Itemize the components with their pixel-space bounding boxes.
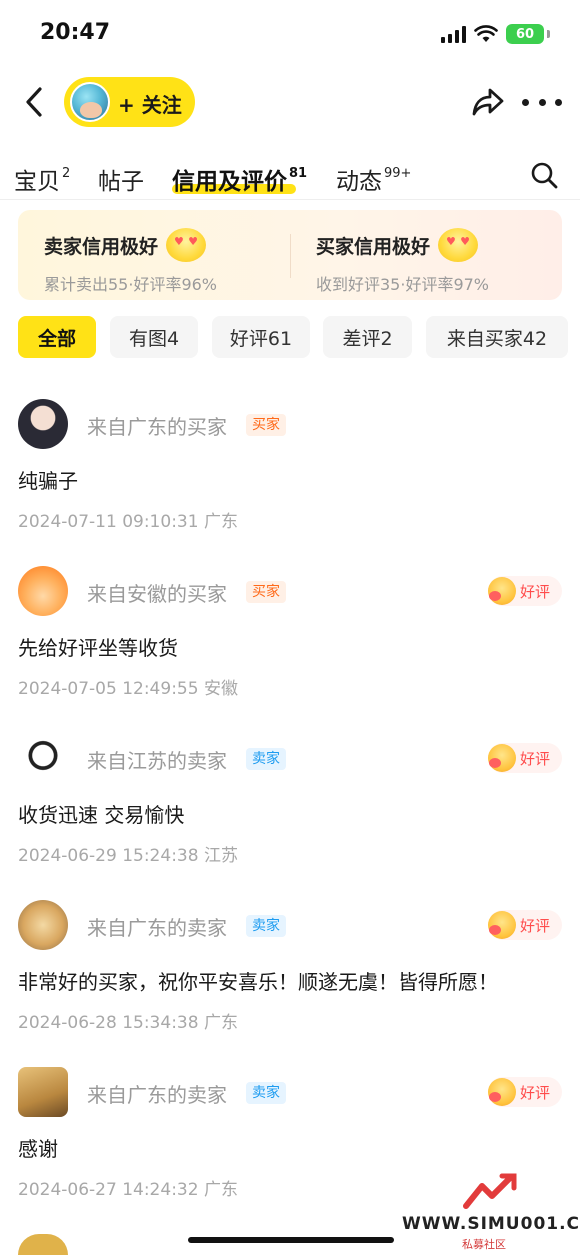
seller-credit-stats: 累计卖出55·好评率96% — [44, 275, 218, 294]
review-meta: 2024-06-28 15:34:38 广东 — [18, 1013, 238, 1033]
avatar — [18, 900, 68, 950]
avatar — [18, 399, 68, 449]
profile-tabs: 宝贝 2 帖子 信用及评价 81 动态 99+ — [0, 148, 580, 200]
avatar — [18, 733, 68, 783]
reviewer-name: 来自江苏的卖家 — [87, 749, 227, 773]
tab-credit-reviews[interactable]: 信用及评价 81 — [172, 162, 307, 196]
more-options-icon[interactable] — [522, 88, 562, 116]
follow-button[interactable]: + 关注 — [64, 77, 195, 127]
happy-face-icon — [488, 744, 516, 772]
search-icon[interactable] — [530, 161, 558, 189]
review-text: 先给好评坐等收货 — [18, 636, 178, 660]
follow-label: + 关注 — [118, 93, 182, 117]
tab-label: 信用及评价 — [172, 169, 287, 195]
role-badge: 卖家 — [246, 1082, 286, 1104]
review-text: 收货迅速 交易愉快 — [18, 803, 185, 827]
seller-credit-title: 卖家信用极好 — [44, 235, 159, 258]
review-meta: 2024-07-11 09:10:31 广东 — [18, 512, 238, 532]
divider — [290, 234, 291, 278]
buyer-credit-title: 买家信用极好 — [316, 235, 431, 258]
positive-rating-badge: 好评 — [488, 743, 562, 773]
tab-posts[interactable]: 帖子 — [98, 162, 144, 196]
watermark-logo-icon — [463, 1173, 517, 1209]
role-badge: 卖家 — [246, 748, 286, 770]
happy-face-icon — [488, 911, 516, 939]
reviewer-name: 来自广东的卖家 — [87, 916, 227, 940]
positive-rating-badge: 好评 — [488, 910, 562, 940]
review-meta: 2024-07-05 12:49:55 安徽 — [18, 679, 238, 699]
tab-activity[interactable]: 动态 99+ — [336, 162, 411, 196]
filter-from-buyers[interactable]: 来自买家42 — [426, 316, 568, 358]
happy-face-icon — [488, 577, 516, 605]
filter-with-images[interactable]: 有图4 — [110, 316, 198, 358]
reviewer-name: 来自安徽的买家 — [87, 582, 227, 606]
review-item[interactable]: 来自安徽的买家 买家 好评 先给好评坐等收货 2024-07-05 12:49:… — [0, 566, 580, 726]
avatar — [18, 1067, 68, 1117]
role-badge: 卖家 — [246, 915, 286, 937]
reviewer-name: 来自广东的买家 — [87, 415, 227, 439]
share-icon[interactable] — [470, 84, 506, 120]
tab-label: 动态 — [336, 169, 382, 195]
tab-count: 99+ — [384, 166, 412, 181]
review-meta: 2024-06-29 15:24:38 江苏 — [18, 846, 238, 866]
buyer-credit-stats: 收到好评35·好评率97% — [316, 275, 490, 294]
home-indicator[interactable] — [188, 1237, 394, 1243]
avatar — [18, 1234, 68, 1255]
status-icons: 60 — [441, 24, 550, 44]
status-time: 20:47 — [40, 20, 111, 45]
positive-rating-badge: 好评 — [488, 576, 562, 606]
review-meta: 2024-06-27 14:24:32 广东 — [18, 1180, 238, 1200]
tab-label: 宝贝 — [14, 169, 60, 195]
review-text: 感谢 — [18, 1137, 58, 1161]
avatar — [70, 82, 110, 122]
avatar — [18, 566, 68, 616]
rating-label: 好评 — [520, 1083, 551, 1102]
battery-level: 60 — [515, 26, 535, 42]
filter-positive[interactable]: 好评61 — [212, 316, 310, 358]
watermark-text: WWW.SIMU001.CN — [402, 1214, 580, 1234]
filter-negative[interactable]: 差评2 — [323, 316, 412, 358]
tab-count: 2 — [62, 166, 71, 181]
credit-summary-card: 卖家信用极好 累计卖出55·好评率96% 买家信用极好 收到好评35·好评率97… — [18, 210, 562, 300]
review-item[interactable]: 来自广东的卖家 卖家 好评 非常好的买家，祝你平安喜乐！顺遂无虞！皆得所愿！ 2… — [0, 900, 580, 1060]
review-text: 纯骗子 — [18, 469, 78, 493]
review-text: 非常好的买家，祝你平安喜乐！顺遂无虞！皆得所愿！ — [18, 970, 498, 994]
profile-header: + 关注 — [0, 72, 580, 132]
site-watermark: WWW.SIMU001.CN 私募社区 — [402, 1172, 580, 1255]
review-item[interactable]: 来自江苏的卖家 卖家 好评 收货迅速 交易愉快 2024-06-29 15:24… — [0, 733, 580, 893]
buyer-credit: 买家信用极好 收到好评35·好评率97% — [316, 228, 489, 295]
back-icon[interactable] — [20, 84, 50, 120]
positive-rating-badge: 好评 — [488, 1077, 562, 1107]
rating-label: 好评 — [520, 916, 551, 935]
rating-label: 好评 — [520, 749, 551, 768]
rating-label: 好评 — [520, 582, 551, 601]
role-badge: 买家 — [246, 581, 286, 603]
heart-eyes-emoji-icon — [438, 228, 479, 262]
tab-label: 帖子 — [98, 169, 144, 195]
role-badge: 买家 — [246, 414, 286, 436]
review-filters: 全部 有图4 好评61 差评2 来自买家42 — [18, 316, 580, 358]
review-item[interactable]: 来自广东的买家 买家 纯骗子 2024-07-11 09:10:31 广东 — [0, 399, 580, 559]
cellular-signal-icon — [441, 25, 466, 43]
status-bar: 20:47 60 — [0, 0, 580, 66]
filter-all[interactable]: 全部 — [18, 316, 96, 358]
battery-icon: 60 — [506, 24, 544, 44]
tab-count: 81 — [289, 166, 308, 181]
reviewer-name: 来自广东的卖家 — [87, 1083, 227, 1107]
wifi-icon — [474, 25, 498, 42]
happy-face-icon — [488, 1078, 516, 1106]
battery-tip — [547, 30, 550, 38]
seller-credit: 卖家信用极好 累计卖出55·好评率96% — [44, 228, 217, 295]
heart-eyes-emoji-icon — [166, 228, 207, 262]
watermark-subtext: 私募社区 — [462, 1238, 506, 1251]
tab-items[interactable]: 宝贝 2 — [14, 162, 70, 196]
